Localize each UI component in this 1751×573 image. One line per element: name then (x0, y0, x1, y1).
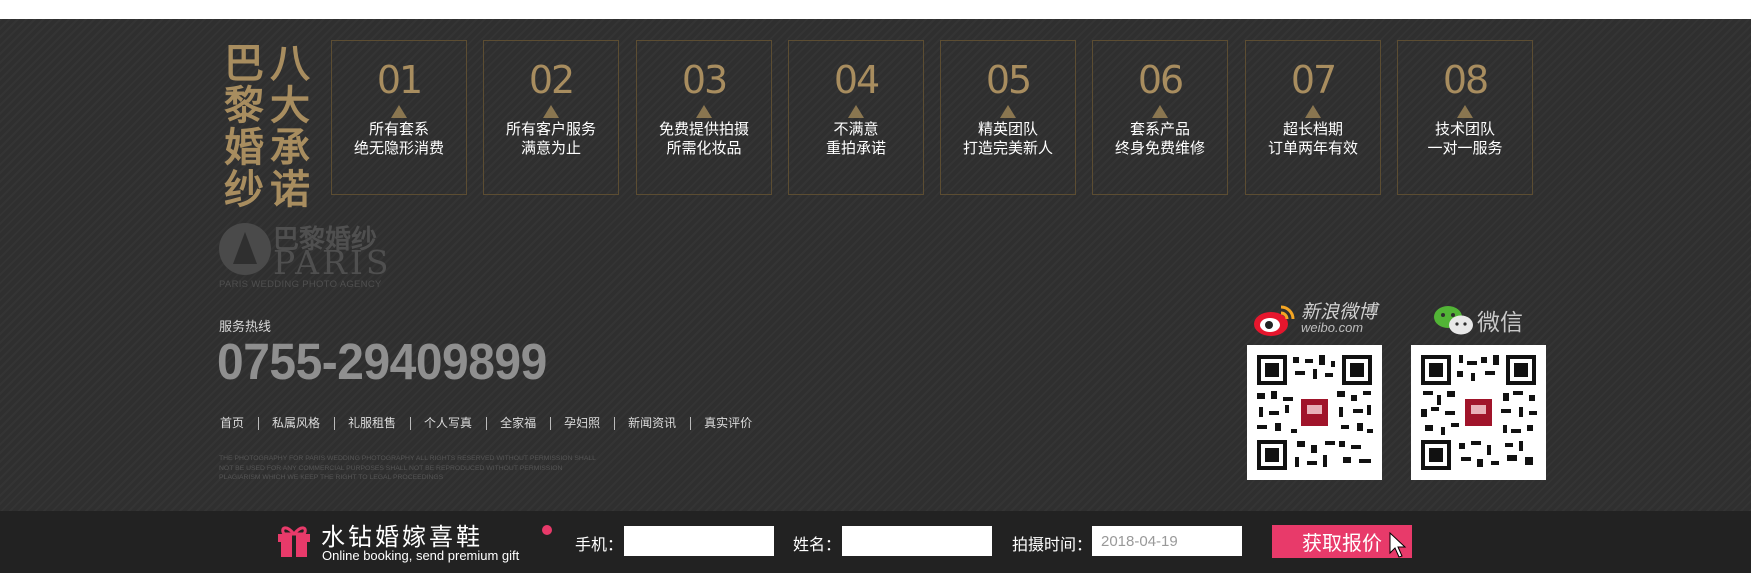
promise-number: 04 (833, 58, 880, 102)
name-label: 姓名： (793, 537, 842, 554)
promise-line1: 超长档期 (1282, 121, 1343, 138)
eiffel-tower-icon (219, 223, 271, 275)
promise-number: 06 (1137, 58, 1184, 102)
triangle-up-icon (696, 105, 712, 118)
new-badge-icon (542, 525, 552, 535)
mouse-cursor-icon (1389, 532, 1407, 558)
brand-logo: 巴黎婚纱 PARIS PARIS WEDDING PHOTO AGENCY (219, 219, 409, 294)
promise-number: 01 (376, 58, 423, 102)
promise-card: 04 不满意 重拍承诺 (788, 40, 924, 195)
weibo-text: 新浪微博 weibo.com (1301, 301, 1378, 336)
nav-link-maternity[interactable]: 孕妇照 (550, 417, 614, 430)
date-label: 拍摄时间： (1012, 537, 1093, 554)
promise-line1: 套系产品 (1129, 121, 1190, 138)
promise-card: 07 超长档期 订单两年有效 (1245, 40, 1381, 195)
triangle-up-icon (1152, 105, 1168, 118)
logo-english-name: PARIS (273, 243, 392, 282)
promise-card: 01 所有套系 绝无隐形消费 (331, 40, 467, 195)
triangle-up-icon (1457, 105, 1473, 118)
wechat-link[interactable]: 微信 (1433, 303, 1523, 337)
triangle-up-icon (848, 105, 864, 118)
triangle-up-icon (1305, 105, 1321, 118)
promo-subtitle: Online booking, send premium gift (322, 548, 520, 563)
wechat-icon (1434, 306, 1473, 335)
promise-line2: 一对一服务 (1427, 140, 1503, 157)
promise-number: 03 (681, 58, 728, 102)
qr-code-icon (1421, 355, 1537, 470)
promise-card: 06 套系产品 终身免费维修 (1092, 40, 1228, 195)
promise-card: 08 技术团队 一对一服务 (1397, 40, 1533, 195)
promise-number: 07 (1290, 58, 1337, 102)
promise-card: 03 免费提供拍摄 所需化妆品 (636, 40, 772, 195)
weibo-link[interactable]: 新浪微博 weibo.com (1253, 303, 1377, 337)
weibo-qr-code (1247, 345, 1382, 480)
nav-link-reviews[interactable]: 真实评价 (690, 417, 766, 430)
promise-line1: 所有客户服务 (505, 121, 596, 138)
promise-line1: 不满意 (833, 121, 879, 138)
name-input[interactable] (842, 526, 992, 556)
nav-link-home[interactable]: 首页 (208, 417, 258, 430)
promise-card: 05 精英团队 打造完美新人 (940, 40, 1076, 195)
promise-line2: 绝无隐形消费 (353, 140, 444, 157)
copyright-line: NOT BE USED FOR ANY COMMERCIAL PURPOSES … (219, 464, 563, 472)
nav-link-gown-rental[interactable]: 礼服租售 (334, 417, 410, 430)
footer-title-brand: 巴黎婚纱 (217, 42, 264, 210)
nav-link-private-style[interactable]: 私属风格 (258, 417, 334, 430)
promise-line2: 所需化妆品 (666, 140, 742, 157)
promise-line2: 重拍承诺 (825, 140, 886, 157)
qr-code-icon (1257, 355, 1373, 470)
site-footer: 巴黎婚纱 八大承诺 01 所有套系 绝无隐形消费 02 所有客户服务 满意为止 … (0, 19, 1751, 511)
promise-card: 02 所有客户服务 满意为止 (483, 40, 619, 195)
hotline-number: 0755-29409899 (217, 333, 547, 390)
nav-link-family-photo[interactable]: 全家福 (486, 417, 550, 430)
promise-number: 08 (1442, 58, 1489, 102)
copyright-line: THE PHOTOGRAPHY FOR PARIS WEDDING PHOTOG… (219, 455, 596, 462)
weibo-icon (1254, 305, 1295, 336)
promise-number: 02 (528, 58, 575, 102)
phone-label: 手机： (575, 537, 624, 554)
promise-line1: 技术团队 (1434, 121, 1495, 138)
promise-line1: 免费提供拍摄 (658, 121, 749, 138)
promise-line1: 精英团队 (977, 121, 1038, 138)
promise-number: 05 (985, 58, 1032, 102)
shoot-date-input[interactable] (1092, 526, 1242, 556)
copyright-line: PLAGIARISM WHICH WE KEEP THE RIGHT TO LE… (219, 474, 444, 481)
triangle-up-icon (1000, 105, 1016, 118)
footer-title-promises: 八大承诺 (263, 42, 310, 210)
promise-line1: 所有套系 (368, 121, 429, 138)
promise-line2: 订单两年有效 (1267, 140, 1358, 157)
logo-tagline: PARIS WEDDING PHOTO AGENCY (219, 279, 382, 290)
wechat-name: 微信 (1477, 310, 1523, 336)
promise-line2: 终身免费维修 (1114, 140, 1205, 157)
promise-line2: 满意为止 (520, 140, 581, 157)
phone-input[interactable] (624, 526, 774, 556)
wechat-qr-code (1411, 345, 1546, 480)
nav-link-portrait[interactable]: 个人写真 (410, 417, 486, 430)
promo-title: 水钻婚嫁喜鞋 (321, 523, 483, 551)
promise-line2: 打造完美新人 (962, 140, 1053, 157)
footer-nav: 首页 私属风格 礼服租售 个人写真 全家福 孕妇照 新闻资讯 真实评价 (208, 417, 766, 430)
gift-icon (278, 526, 310, 557)
nav-link-news[interactable]: 新闻资讯 (614, 417, 690, 430)
triangle-up-icon (543, 105, 559, 118)
copyright-notice: THE PHOTOGRAPHY FOR PARIS WEDDING PHOTOG… (219, 454, 596, 483)
triangle-up-icon (391, 105, 407, 118)
weibo-name: 新浪微博 (1301, 301, 1378, 323)
